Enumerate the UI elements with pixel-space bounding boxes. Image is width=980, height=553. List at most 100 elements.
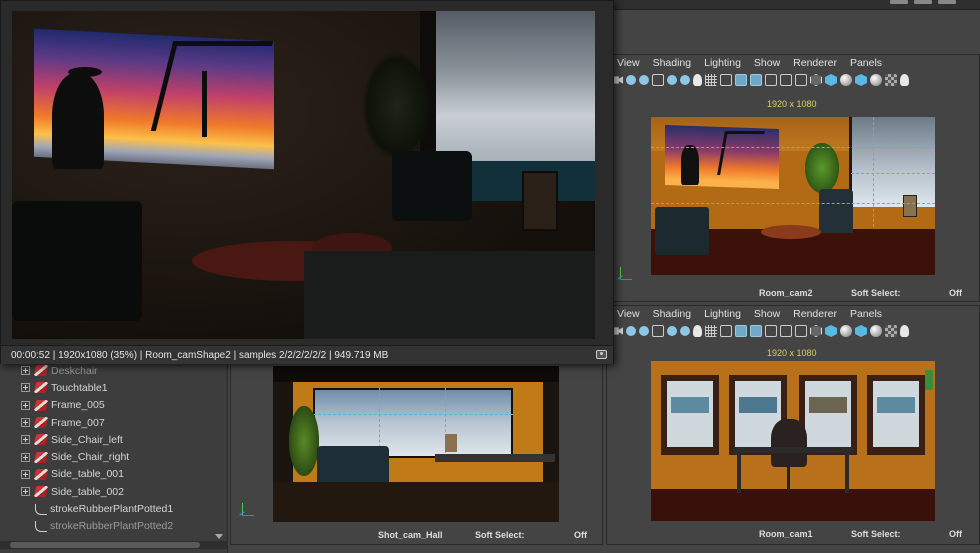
light-icon[interactable] [680,75,690,85]
menu-view[interactable]: View [617,57,640,69]
menu-panels[interactable]: Panels [850,308,882,320]
viewport-panel-room-cam2[interactable]: View Shading Lighting Show Renderer Pane… [606,54,980,302]
guide-line [851,173,935,174]
light-icon[interactable] [626,75,636,85]
curve-node-icon [35,520,47,532]
expand-icon[interactable] [21,452,30,462]
minimize-icon[interactable] [890,0,908,4]
light-icon[interactable] [667,326,677,336]
viewport-room-cam1[interactable] [651,361,935,521]
outliner-item[interactable]: Side_table_001 [0,466,227,483]
smooth-shade-icon[interactable] [825,74,837,86]
menu-shading[interactable]: Shading [653,57,692,69]
camera-name-label: Room_cam1 [759,529,813,539]
wireframe-icon[interactable] [810,74,822,86]
outliner-item[interactable]: Frame_005 [0,397,227,414]
textured-icon[interactable] [855,325,867,337]
menu-renderer[interactable]: Renderer [793,308,837,320]
transform-node-icon [33,417,49,429]
guide-line [651,147,935,148]
menu-lighting[interactable]: Lighting [704,57,741,69]
menu-show[interactable]: Show [754,57,780,69]
close-icon[interactable] [938,0,956,4]
use-lights-icon[interactable] [870,325,882,337]
menu-view[interactable]: View [617,308,640,320]
snapshot-icon[interactable] [596,350,607,359]
viewport-room-cam2[interactable] [651,117,935,275]
axis-gizmo [617,267,633,283]
smooth-shade-icon[interactable] [825,325,837,337]
resolution-gate-icon[interactable] [735,74,747,86]
gate-mask-icon[interactable] [750,74,762,86]
field-chart-icon[interactable] [765,74,777,86]
light-icon[interactable] [639,75,649,85]
grid-icon[interactable] [705,74,717,86]
menu-panels[interactable]: Panels [850,57,882,69]
expand-icon[interactable] [21,435,30,445]
film-gate-icon[interactable] [720,74,732,86]
safe-action-icon[interactable] [780,325,792,337]
light-icon[interactable] [680,326,690,336]
outliner-item[interactable]: Touchtable1 [0,379,227,396]
expand-icon[interactable] [21,383,30,393]
safe-action-icon[interactable] [780,74,792,86]
film-gate-icon[interactable] [720,325,732,337]
scroll-down-icon[interactable] [215,534,223,539]
expand-icon[interactable] [21,400,30,410]
outliner-panel[interactable]: Deskchair Touchtable1 Frame_005 Frame_007 Si… [0,362,228,553]
grid-icon[interactable] [705,325,717,337]
outliner-item[interactable]: Side_Chair_right [0,448,227,465]
viewport-panel-shot-cam-hall[interactable]: Shot_cam_Hall Soft Select: Off [230,362,603,545]
render-view-window[interactable]: 00:00:52 | 1920x1080 (35%) | Room_camSha… [0,0,614,364]
menu-lighting[interactable]: Lighting [704,308,741,320]
axis-gizmo [239,503,255,519]
expand-icon[interactable] [21,366,30,376]
maximize-icon[interactable] [914,0,932,4]
safe-title-icon[interactable] [795,74,807,86]
light-bulb-icon[interactable] [900,325,909,337]
light-icon[interactable] [667,75,677,85]
shadows-icon[interactable] [885,325,897,337]
scrollbar-thumb[interactable] [10,542,200,548]
outliner-item[interactable]: Side_Chair_left [0,431,227,448]
light-bulb-icon[interactable] [900,74,909,86]
outliner-item-label: Side_Chair_left [51,433,123,446]
pin-icon[interactable] [693,74,702,86]
expand-icon[interactable] [21,469,30,479]
expand-icon[interactable] [21,487,30,497]
horizontal-scrollbar[interactable] [0,541,228,549]
default-material-icon[interactable] [840,325,852,337]
render-image[interactable] [12,11,595,339]
expand-icon[interactable] [21,418,30,428]
pin-icon[interactable] [693,325,702,337]
gate-mask-icon[interactable] [750,325,762,337]
outliner-item[interactable]: Side_table_002 [0,483,227,500]
wireframe-icon[interactable] [810,325,822,337]
outliner-item[interactable]: Deskchair [0,362,227,379]
soft-select-label: Soft Select: [851,529,901,539]
default-material-icon[interactable] [840,74,852,86]
viewport-shot-cam-hall[interactable] [273,366,559,522]
resolution-label: 1920 x 1080 [767,99,817,109]
safe-title-icon[interactable] [795,325,807,337]
menu-shading[interactable]: Shading [653,308,692,320]
transform-node-icon [33,434,49,446]
maya-workspace: View Shading Lighting Show Renderer Pane… [0,0,980,553]
outliner-item[interactable]: Frame_007 [0,414,227,431]
light-icon[interactable] [626,326,636,336]
menu-renderer[interactable]: Renderer [793,57,837,69]
outliner-item[interactable]: strokeRubberPlantPotted2 [0,518,227,535]
transform-node-icon [33,382,49,394]
outliner-item[interactable]: strokeRubberPlantPotted1 [0,500,227,517]
resolution-gate-icon[interactable] [735,325,747,337]
field-chart-icon[interactable] [765,325,777,337]
use-lights-icon[interactable] [870,74,882,86]
bookmark-icon[interactable] [652,325,664,337]
shadows-icon[interactable] [885,74,897,86]
textured-icon[interactable] [855,74,867,86]
light-icon[interactable] [639,326,649,336]
bookmark-icon[interactable] [652,74,664,86]
menu-show[interactable]: Show [754,308,780,320]
window-controls[interactable] [890,0,956,4]
viewport-panel-room-cam1[interactable]: View Shading Lighting Show Renderer Pane… [606,305,980,545]
